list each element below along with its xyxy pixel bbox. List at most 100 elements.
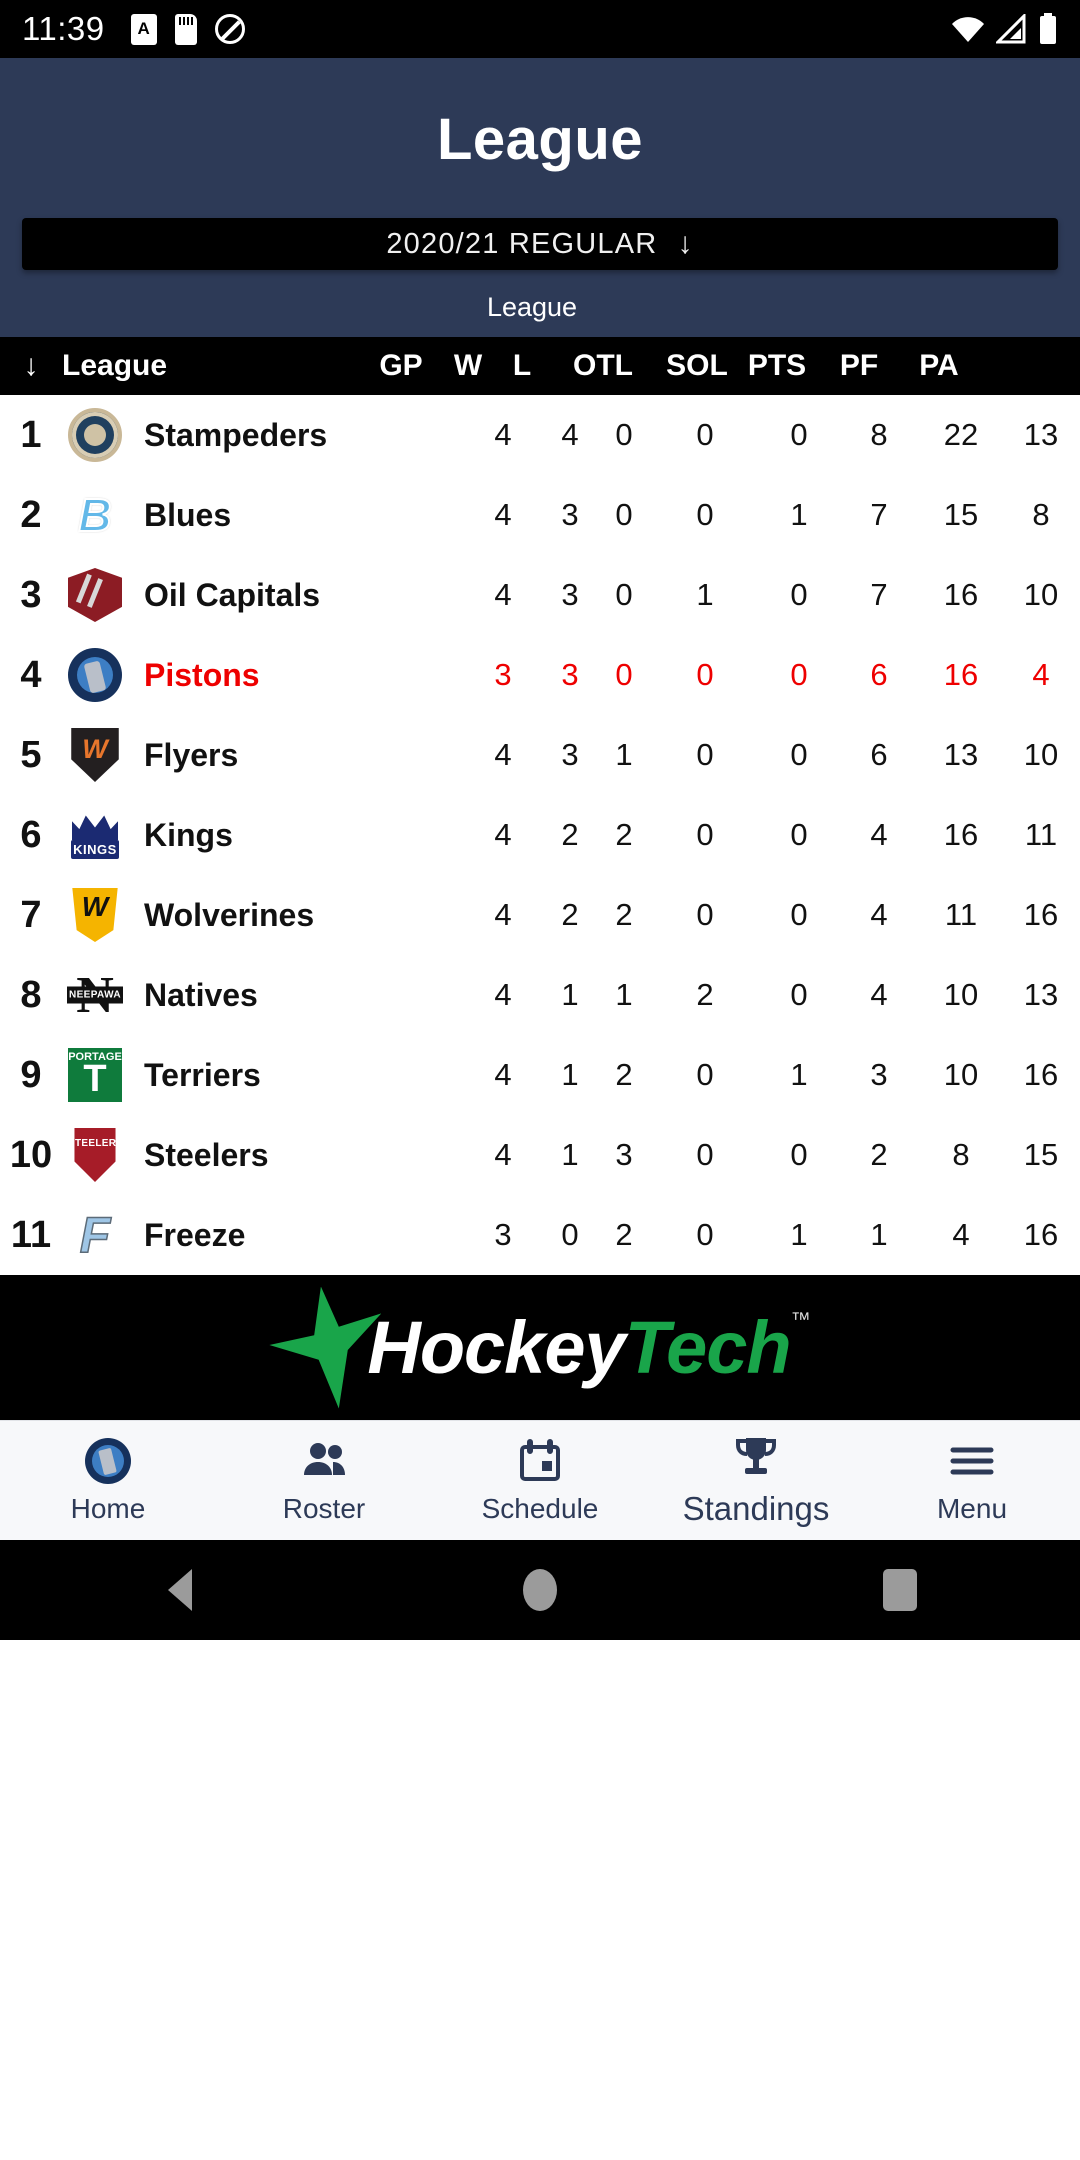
team-name: Freeze xyxy=(144,1216,246,1253)
wifi-icon xyxy=(952,17,984,42)
team-logo-icon xyxy=(62,1047,128,1103)
stat-sol: 0 xyxy=(790,737,808,772)
team-name: Oil Capitals xyxy=(144,576,321,613)
android-back-button[interactable] xyxy=(0,1569,360,1611)
table-row[interactable]: 6 Kings 4 2 2 0 0 4 16 11 xyxy=(0,795,1080,875)
stat-sol: 1 xyxy=(790,1217,808,1252)
season-selector[interactable]: 2020/21 REGULAR ↓ xyxy=(22,218,1058,270)
nav-item-menu[interactable]: Menu xyxy=(864,1437,1080,1525)
column-header-w[interactable]: W xyxy=(440,349,496,383)
stat-l: 2 xyxy=(615,897,633,932)
table-row[interactable]: 2 B Blues 4 3 0 0 1 7 15 8 xyxy=(0,475,1080,555)
ad-text-tech: Tech xyxy=(624,1306,792,1389)
stat-pa: 10 xyxy=(1023,737,1059,772)
team-logo-icon: F xyxy=(79,1206,111,1264)
table-row[interactable]: 11 F Freeze 3 0 2 0 1 1 4 16 xyxy=(0,1195,1080,1275)
stat-sol: 1 xyxy=(790,1057,808,1092)
row-rank: 1 xyxy=(20,413,42,456)
row-rank: 5 xyxy=(20,733,42,776)
status-bar-left-icons: A xyxy=(130,13,245,45)
sort-direction-icon[interactable]: ↓ xyxy=(0,349,62,383)
standings-group-label: League xyxy=(486,292,578,322)
stat-pa: 13 xyxy=(1023,977,1059,1012)
stat-otl: 0 xyxy=(696,897,714,932)
hockeytech-ad-banner[interactable]: HockeyTech ™ xyxy=(0,1275,1080,1420)
stat-w: 4 xyxy=(561,417,579,452)
stat-pa: 10 xyxy=(1023,577,1059,612)
team-name: Steelers xyxy=(144,1136,269,1173)
battery-icon xyxy=(1040,13,1056,44)
table-row[interactable]: 3 Oil Capitals 4 3 0 1 0 7 16 10 xyxy=(0,555,1080,635)
stat-pa: 8 xyxy=(1032,497,1050,532)
nav-item-home[interactable]: Home xyxy=(0,1437,216,1525)
stat-pf: 8 xyxy=(952,1137,970,1172)
column-header-l[interactable]: L xyxy=(496,349,548,383)
row-rank: 2 xyxy=(20,493,42,536)
team-name: Natives xyxy=(144,976,258,1013)
table-row[interactable]: 5Flyers4310061310 xyxy=(0,715,1080,795)
team-name: Terriers xyxy=(144,1056,261,1093)
column-header-pf[interactable]: PF xyxy=(818,349,900,383)
stat-l: 0 xyxy=(615,657,633,692)
stat-pa: 4 xyxy=(1032,657,1050,692)
stat-pts: 3 xyxy=(870,1057,888,1092)
stat-pts: 6 xyxy=(870,657,888,692)
stat-otl: 1 xyxy=(696,577,714,612)
team-logo-icon xyxy=(62,1127,128,1183)
column-header-gp[interactable]: GP xyxy=(362,349,440,383)
trademark-symbol: ™ xyxy=(790,1309,811,1331)
stat-gp: 4 xyxy=(494,417,512,452)
stat-pa: 16 xyxy=(1023,1217,1059,1252)
stat-l: 1 xyxy=(615,737,633,772)
row-rank: 4 xyxy=(20,653,42,696)
stat-otl: 0 xyxy=(696,1137,714,1172)
stat-gp: 3 xyxy=(494,657,512,692)
page-title: League xyxy=(436,107,644,172)
stat-otl: 0 xyxy=(696,737,714,772)
cellular-signal-icon xyxy=(996,14,1026,44)
standings-table-body: 1 Stampeders 4 4 0 0 0 8 22 13 2 B Blues 4 3 0 0 1 7 15 8 3 Oi… xyxy=(0,395,1080,1275)
stat-pf: 22 xyxy=(943,417,979,452)
team-logo-icon xyxy=(62,967,128,1023)
stat-l: 2 xyxy=(615,1217,633,1252)
stat-w: 2 xyxy=(561,817,579,852)
status-bar: 11:39 A xyxy=(0,0,1080,58)
team-logo-icon xyxy=(62,407,128,463)
stat-w: 3 xyxy=(561,577,579,612)
stat-otl: 0 xyxy=(696,417,714,452)
android-home-button[interactable] xyxy=(360,1569,720,1611)
column-header-otl[interactable]: OTL xyxy=(548,349,658,383)
table-row[interactable]: 4 Pistons 3 3 0 0 0 6 16 4 xyxy=(0,635,1080,715)
table-row[interactable]: 7 W Wolverines 4 2 2 0 0 4 11 16 xyxy=(0,875,1080,955)
stat-gp: 4 xyxy=(494,1057,512,1092)
table-row[interactable]: 10 Steelers 4 1 3 0 0 2 8 15 xyxy=(0,1115,1080,1195)
row-rank: 10 xyxy=(9,1133,53,1176)
column-header-sol[interactable]: SOL xyxy=(658,349,736,383)
column-header-league[interactable]: League xyxy=(62,349,362,383)
nav-item-schedule[interactable]: Schedule xyxy=(432,1437,648,1525)
hamburger-icon xyxy=(949,1437,995,1485)
row-stats: 4 2 2 0 0 4 16 11 xyxy=(464,817,1080,853)
nav-label-schedule: Schedule xyxy=(481,1492,599,1524)
row-stats: 4 2 2 0 0 4 11 16 xyxy=(464,897,1080,933)
stat-w: 1 xyxy=(561,977,579,1012)
table-row[interactable]: 1 Stampeders 4 4 0 0 0 8 22 13 xyxy=(0,395,1080,475)
stat-pa: 13 xyxy=(1023,417,1059,452)
nav-item-standings[interactable]: Standings xyxy=(648,1434,864,1528)
nav-item-roster[interactable]: Roster xyxy=(216,1437,432,1525)
column-header-pts[interactable]: PTS xyxy=(736,349,818,383)
nav-label-home: Home xyxy=(70,1492,146,1524)
team-logo-icon xyxy=(62,647,128,703)
row-stats: 4 3 1 0 0 6 13 10 xyxy=(464,737,1080,773)
table-row[interactable]: 8 Natives 4 1 1 2 0 4 10 13 xyxy=(0,955,1080,1035)
stat-l: 3 xyxy=(615,1137,633,1172)
row-stats: 4 3 0 1 0 7 16 10 xyxy=(464,577,1080,613)
team-logo-icon: B xyxy=(77,488,112,542)
stat-gp: 4 xyxy=(494,977,512,1012)
stat-sol: 0 xyxy=(790,1137,808,1172)
android-recents-button[interactable] xyxy=(720,1569,1080,1611)
stat-gp: 3 xyxy=(494,1217,512,1252)
stat-pa: 16 xyxy=(1023,897,1059,932)
table-row[interactable]: 9 Terriers 4 1 2 0 1 3 10 16 xyxy=(0,1035,1080,1115)
column-header-pa[interactable]: PA xyxy=(900,349,978,383)
